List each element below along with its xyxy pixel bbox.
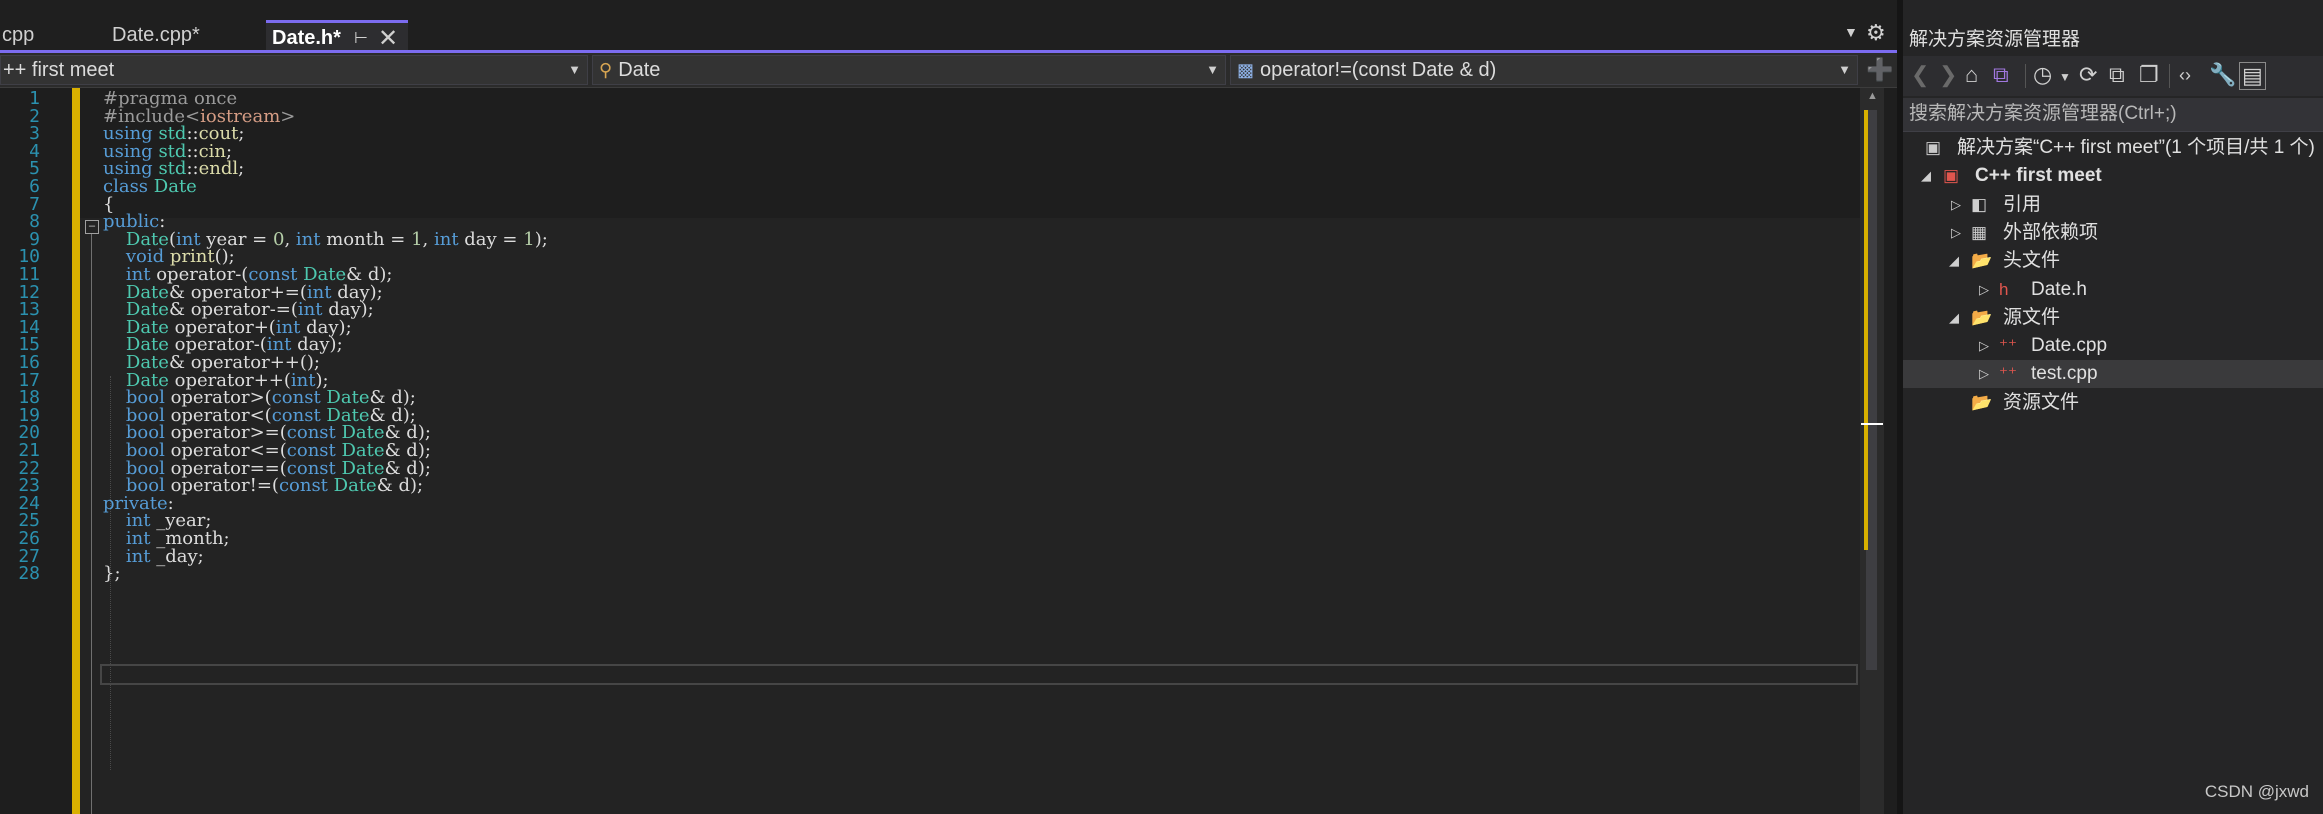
tree-item-label: Date.cpp <box>2031 335 2108 357</box>
class-dropdown[interactable]: ⚲ Date ▼ <box>592 55 1226 85</box>
cpp-project-icon: ▣ <box>1943 166 1960 186</box>
scrollbar-caret-marker <box>1861 423 1883 425</box>
tree-item-label: 资源文件 <box>2003 391 2080 413</box>
tab-label: Date.h* <box>272 27 341 49</box>
navigation-bar: ++ first meet ▼ ⚲ Date ▼ ▩ operator!=(cons… <box>0 53 1897 88</box>
line-number: 28 <box>18 563 40 585</box>
toolbar-separator <box>2025 64 2026 88</box>
tree-item[interactable]: 📂 资源文件 <box>1903 389 2323 417</box>
tree-item[interactable]: ◢ ▣ C++ first meet <box>1903 162 2323 190</box>
tree-item-label: 解决方案“C++ first meet”(1 个项目/共 1 个) <box>1957 137 2315 158</box>
project-dropdown[interactable]: ++ first meet ▼ <box>0 55 588 85</box>
member-dropdown[interactable]: ▩ operator!=(const Date & d) ▼ <box>1230 55 1858 85</box>
sync-icon[interactable]: ⟳ <box>2079 62 2097 88</box>
document-tab-strip: cpp Date.cpp* Date.h* ⊢ ✕ ▼ ⚙ <box>0 0 1897 53</box>
chevron-down-icon: ▼ <box>1206 62 1219 77</box>
tab-label: cpp <box>2 24 35 46</box>
tree-item-label: Date.h <box>2031 278 2087 300</box>
back-icon[interactable]: ❮ <box>1911 62 1929 88</box>
code-editor[interactable]: 1 2 3 4 5 6 7 8 9 10 11 12 13 14 15 16 17 18 19 20 21 22 23 24 2… <box>0 88 1897 814</box>
toolbar-separator <box>2169 64 2170 88</box>
tree-item[interactable]: ▷ ◧ 引用 <box>1903 191 2323 219</box>
chevron-down-icon[interactable]: ▼ <box>2059 70 2071 84</box>
properties-icon[interactable]: ▤ <box>2239 62 2266 90</box>
collapse-region-button[interactable]: − <box>85 220 99 234</box>
solution-icon: ▣ <box>1925 138 1942 157</box>
tree-item-label: 源文件 <box>2003 306 2061 328</box>
tree-item[interactable]: ◢ 📂 源文件 <box>1903 304 2323 332</box>
collapsed-arrow-icon[interactable]: ▷ <box>1979 332 1989 360</box>
collapsed-arrow-icon[interactable]: ▷ <box>1979 276 1989 304</box>
outline-fold-line <box>91 234 92 814</box>
filter-folder-icon: 📂 <box>1971 392 1993 412</box>
code-line[interactable]: }; <box>103 563 121 584</box>
collapsed-arrow-icon[interactable]: ▷ <box>1951 219 1961 247</box>
code-line[interactable]: class Date <box>103 176 197 197</box>
tree-item[interactable]: ▷ ⁺⁺ test.cpp <box>1903 360 2323 389</box>
tree-item[interactable]: ▣ 解决方案“C++ first meet”(1 个项目/共 1 个) <box>1903 134 2323 162</box>
code-view-icon[interactable]: ‹› <box>2179 65 2191 86</box>
method-icon: ▩ <box>1237 60 1255 80</box>
collapsed-arrow-icon[interactable]: ▷ <box>1951 191 1961 219</box>
class-name: Date <box>618 59 661 81</box>
tab-cpp[interactable]: cpp <box>0 20 96 51</box>
solution-explorer: 解决方案资源管理器 ❮ ❯ ⌂ ⧉ ◷ ▼ ⟳ ⧉ ❐ ‹› 🔧 ▤ 搜索解决方… <box>1903 0 2323 814</box>
editor-scrollbar[interactable]: ▲ <box>1860 88 1884 814</box>
history-icon[interactable]: ◷ <box>2033 62 2052 88</box>
project-name: ++ first meet <box>3 59 115 81</box>
split-window-icon[interactable]: ➕ <box>1866 57 1893 83</box>
expanded-arrow-icon[interactable]: ◢ <box>1949 304 1959 332</box>
tree-item-label: test.cpp <box>2031 363 2098 385</box>
filter-folder-icon: 📂 <box>1971 251 1993 271</box>
scroll-up-icon[interactable]: ▲ <box>1867 90 1878 102</box>
copy-icon[interactable]: ❐ <box>2139 62 2159 88</box>
filter-folder-icon: 📂 <box>1971 307 1993 327</box>
solution-explorer-search[interactable]: 搜索解决方案资源管理器(Ctrl+;) <box>1903 98 2323 132</box>
tree-item[interactable]: ▷ h Date.h <box>1903 276 2323 304</box>
gear-icon[interactable]: ⚙ <box>1866 20 1886 46</box>
forward-icon[interactable]: ❯ <box>1939 62 1957 88</box>
tree-item-label: C++ first meet <box>1975 165 2102 187</box>
change-tracking-bar <box>72 88 80 814</box>
panel-title: 解决方案资源管理器 <box>1909 29 2081 50</box>
home-icon[interactable]: ⌂ <box>1965 62 1978 88</box>
current-line-highlight <box>100 664 1858 685</box>
class-icon: ⚲ <box>599 60 613 80</box>
references-icon: ◧ <box>1971 194 1988 214</box>
chevron-down-icon: ▼ <box>568 62 581 77</box>
tree-item[interactable]: ▷ ▦ 外部依赖项 <box>1903 219 2323 247</box>
expanded-arrow-icon[interactable]: ◢ <box>1921 162 1931 190</box>
header-file-icon: h <box>1999 279 2009 299</box>
tab-label: Date.cpp* <box>112 24 200 46</box>
member-name: operator!=(const Date & d) <box>1260 59 1497 81</box>
collapse-all-icon[interactable]: ⧉ <box>2109 62 2125 88</box>
line-number-gutter: 1 2 3 4 5 6 7 8 9 10 11 12 13 14 15 16 17 18 19 20 21 22 23 24 2… <box>0 88 48 814</box>
solution-explorer-toolbar: ❮ ❯ ⌂ ⧉ ◷ ▼ ⟳ ⧉ ❐ ‹› 🔧 ▤ <box>1903 56 2323 96</box>
chevron-down-icon: ▼ <box>1838 62 1851 77</box>
tree-item[interactable]: ◢ 📂 头文件 <box>1903 247 2323 275</box>
wrench-icon[interactable]: 🔧 <box>2209 62 2236 88</box>
watermark: CSDN @jxwd <box>2204 782 2309 801</box>
tab-date-h[interactable]: Date.h* ⊢ ✕ <box>266 20 408 52</box>
cpp-file-icon: ⁺⁺ <box>1999 364 2017 384</box>
tree-item-label: 外部依赖项 <box>2003 221 2099 243</box>
scrollbar-change-marker <box>1864 110 1868 550</box>
chevron-down-icon[interactable]: ▼ <box>1844 24 1858 40</box>
cpp-file-icon: ⁺⁺ <box>1999 336 2017 356</box>
expanded-arrow-icon[interactable]: ◢ <box>1949 247 1959 275</box>
tree-item[interactable]: ▷ ⁺⁺ Date.cpp <box>1903 332 2323 360</box>
collapsed-arrow-icon[interactable]: ▷ <box>1979 360 1989 388</box>
tree-item-label: 引用 <box>2003 193 2042 215</box>
tree-item-label: 头文件 <box>2003 250 2061 272</box>
vs-switch-views-icon[interactable]: ⧉ <box>1993 62 2009 88</box>
tab-date-cpp[interactable]: Date.cpp* <box>104 20 260 51</box>
external-deps-icon: ▦ <box>1971 222 1988 242</box>
